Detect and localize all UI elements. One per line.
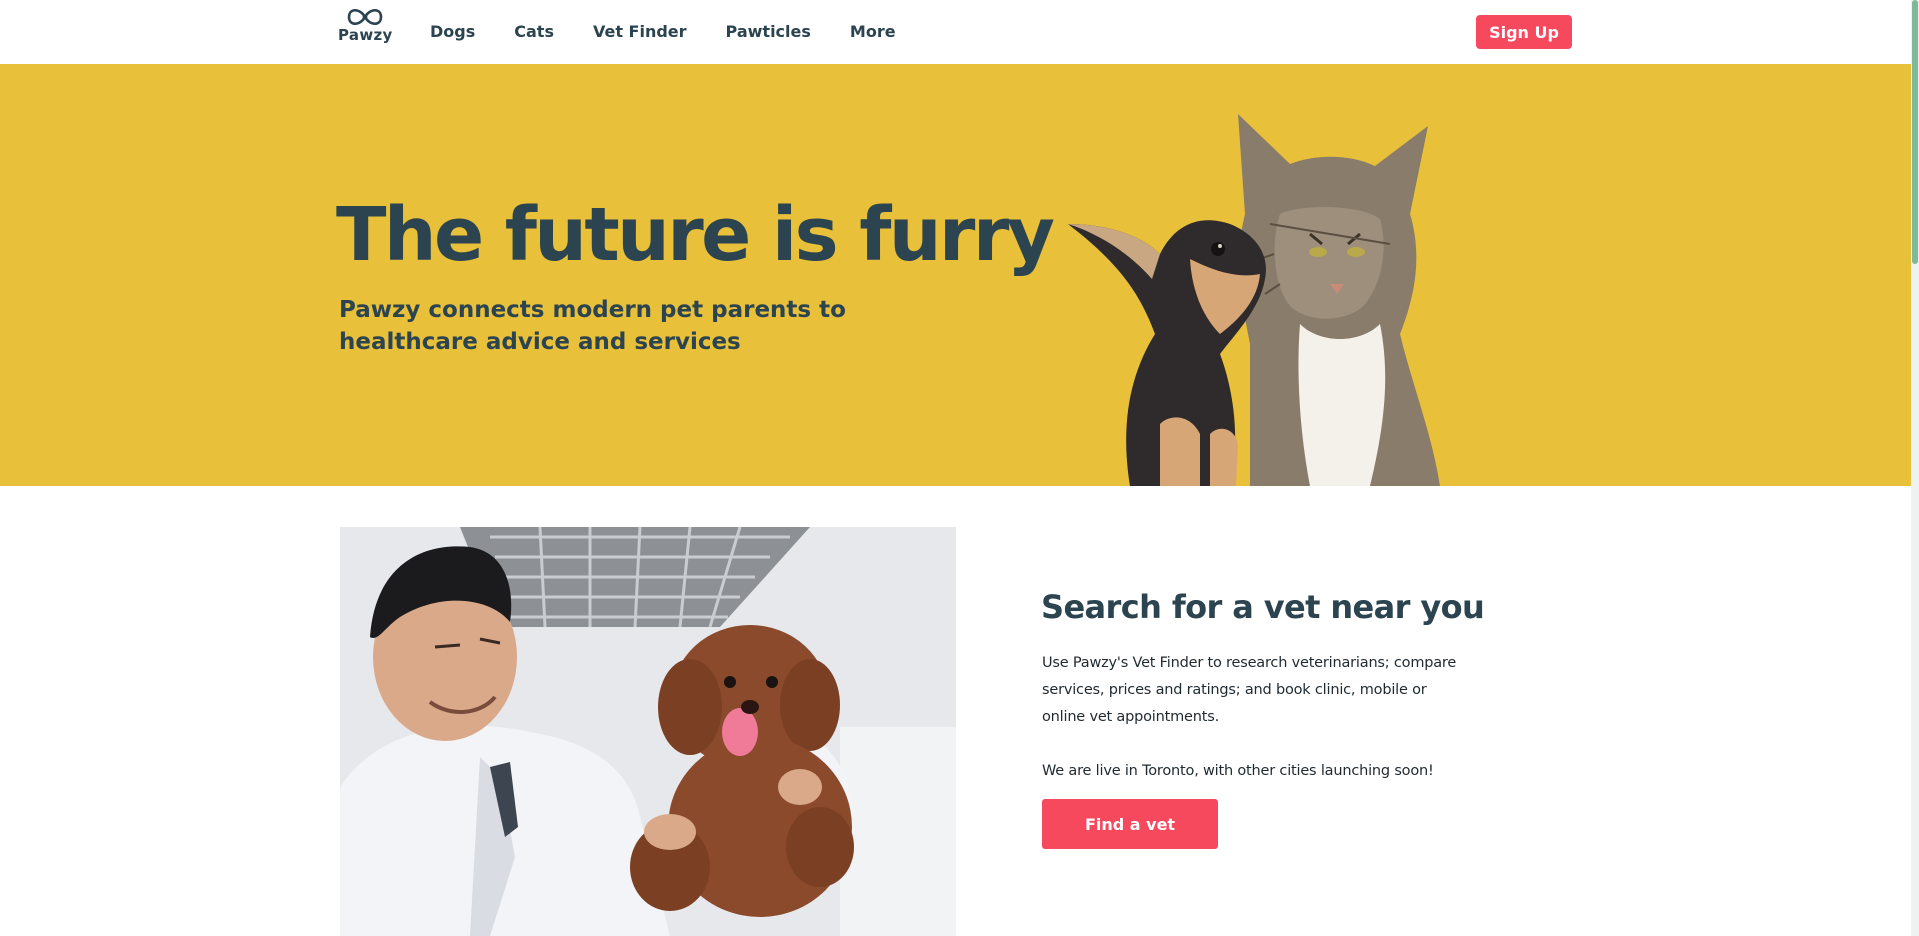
hero-title: The future is furry: [336, 192, 1055, 278]
find-a-vet-button[interactable]: Find a vet: [1042, 799, 1218, 849]
site-header: Pawzy Dogs Cats Vet Finder Pawticles Mor…: [0, 0, 1911, 64]
vet-with-poodle-image: [340, 527, 956, 936]
nav-vet-finder[interactable]: Vet Finder: [593, 22, 687, 41]
nav-dogs[interactable]: Dogs: [430, 22, 475, 41]
pawzy-logo[interactable]: Pawzy: [338, 6, 392, 52]
dog-and-cat-image: [1068, 114, 1440, 486]
page-scrollbar[interactable]: [1911, 0, 1919, 936]
nav-cats[interactable]: Cats: [514, 22, 554, 41]
vet-photo: [340, 527, 956, 936]
vet-launch-note: We are live in Toronto, with other citie…: [1042, 763, 1434, 779]
vet-description-paragraph: Use Pawzy's Vet Finder to research veter…: [1042, 655, 1457, 725]
hero-subtitle: Pawzy connects modern pet parents to hea…: [339, 297, 846, 355]
logo-text: Pawzy: [338, 26, 393, 44]
hero-banner: The future is furry Pawzy connects moder…: [0, 64, 1911, 486]
main-nav: Dogs Cats Vet Finder Pawticles More: [430, 22, 935, 41]
logo-bow-icon: [347, 8, 383, 26]
nav-pawticles[interactable]: Pawticles: [726, 22, 811, 41]
vet-section-title: Search for a vet near you: [1041, 588, 1485, 626]
vet-section-description: Use Pawzy's Vet Finder to research veter…: [1042, 650, 1462, 785]
sign-up-button[interactable]: Sign Up: [1476, 15, 1572, 49]
nav-more[interactable]: More: [850, 22, 896, 41]
scrollbar-thumb[interactable]: [1912, 0, 1918, 264]
